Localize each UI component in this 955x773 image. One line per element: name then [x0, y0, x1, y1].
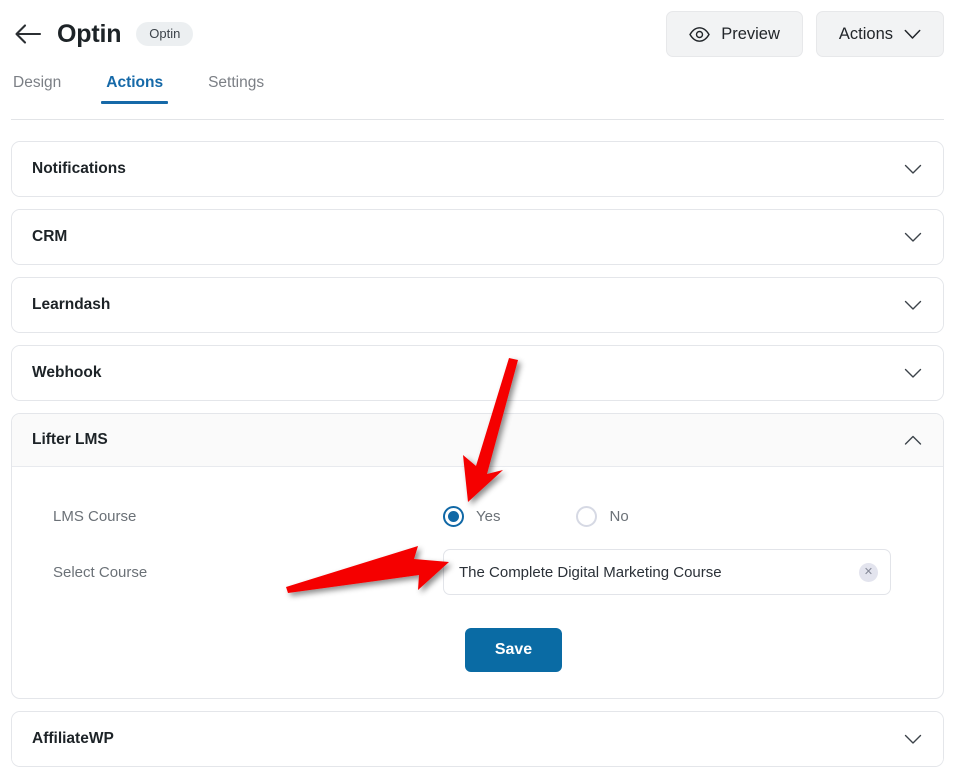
- accordion-title: Learndash: [32, 296, 111, 314]
- select-course-input[interactable]: The Complete Digital Marketing Course ✕: [443, 549, 891, 595]
- radio-lms-course-no[interactable]: No: [576, 505, 629, 527]
- select-course-value: The Complete Digital Marketing Course: [459, 564, 722, 580]
- status-badge: Optin: [136, 22, 194, 46]
- accordion-header-crm[interactable]: CRM: [12, 210, 943, 264]
- save-row: Save: [31, 628, 924, 672]
- lms-course-label: LMS Course: [53, 507, 137, 525]
- chevron-down-icon[interactable]: [902, 226, 924, 248]
- accordion-title: CRM: [32, 228, 68, 246]
- select-course-row: Select Course The Complete Digital Marke…: [31, 544, 924, 600]
- radio-label-no: No: [609, 507, 629, 525]
- preview-button-label: Preview: [721, 24, 780, 43]
- accordion-affiliatewp: AffiliateWP: [11, 711, 944, 767]
- tab-design[interactable]: Design: [11, 68, 63, 103]
- tab-bar: Design Actions Settings: [11, 68, 944, 120]
- accordion-title: AffiliateWP: [32, 730, 114, 748]
- eye-icon: [689, 26, 711, 42]
- chevron-up-icon[interactable]: [902, 429, 924, 451]
- select-course-label: Select Course: [53, 563, 148, 581]
- header-actions: Preview Actions: [666, 11, 944, 57]
- accordion-title: Notifications: [32, 160, 126, 178]
- lms-course-radio-group: Yes No: [443, 505, 629, 527]
- actions-dropdown-button[interactable]: Actions: [815, 11, 944, 57]
- lms-course-row: LMS Course Yes No: [31, 488, 924, 544]
- accordion-crm: CRM: [11, 209, 944, 265]
- preview-button[interactable]: Preview: [666, 11, 803, 57]
- chevron-down-icon[interactable]: [902, 294, 924, 316]
- radio-lms-course-yes[interactable]: Yes: [443, 505, 501, 527]
- actions-accordion-list: Notifications CRM Learndash Webhook Lift…: [0, 120, 955, 767]
- page-header: Optin Optin Preview Actions: [0, 0, 955, 68]
- accordion-header-learndash[interactable]: Learndash: [12, 278, 943, 332]
- lifter-lms-settings-body: LMS Course Yes No Select Course The Comp…: [12, 467, 943, 698]
- back-arrow-icon[interactable]: [11, 17, 45, 51]
- accordion-lifter-lms: Lifter LMS LMS Course Yes No Select Cour…: [11, 413, 944, 699]
- accordion-title: Lifter LMS: [32, 431, 108, 449]
- chevron-down-icon: [904, 29, 921, 40]
- chevron-down-icon[interactable]: [902, 362, 924, 384]
- tab-settings[interactable]: Settings: [206, 68, 266, 103]
- radio-indicator-icon: [576, 505, 598, 527]
- radio-indicator-icon: [443, 505, 464, 527]
- page-title: Optin: [57, 19, 122, 48]
- radio-label-yes: Yes: [476, 507, 501, 525]
- accordion-header-affiliatewp[interactable]: AffiliateWP: [12, 712, 943, 766]
- accordion-header-lifter-lms[interactable]: Lifter LMS: [12, 414, 943, 467]
- accordion-webhook: Webhook: [11, 345, 944, 401]
- accordion-header-webhook[interactable]: Webhook: [12, 346, 943, 400]
- actions-dropdown-label: Actions: [838, 24, 893, 43]
- accordion-notifications: Notifications: [11, 141, 944, 197]
- accordion-title: Webhook: [32, 364, 102, 382]
- accordion-learndash: Learndash: [11, 277, 944, 333]
- save-button[interactable]: Save: [465, 628, 562, 672]
- chevron-down-icon[interactable]: [902, 728, 924, 750]
- chevron-down-icon[interactable]: [902, 158, 924, 180]
- tab-actions[interactable]: Actions: [101, 68, 168, 103]
- close-icon[interactable]: ✕: [859, 562, 878, 582]
- accordion-header-notifications[interactable]: Notifications: [12, 142, 943, 196]
